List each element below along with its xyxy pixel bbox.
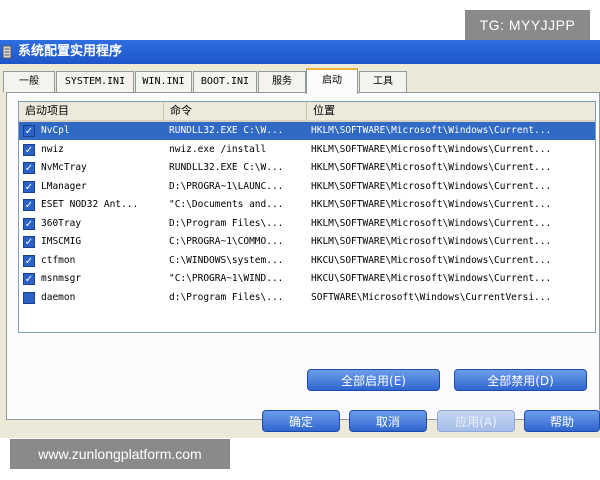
table-row[interactable]: ✓ 360Tray D:\Program Files\... HKLM\SOFTWAR… <box>19 215 595 233</box>
checkbox-checked[interactable]: ✓ <box>23 254 35 267</box>
row-command: RUNDLL32.EXE C:\W... <box>169 125 284 136</box>
row-command: "C:\PROGRA~1\WIND... <box>169 273 284 284</box>
column-header-command[interactable]: 命令 <box>164 102 307 120</box>
row-startup-item: 360Tray <box>41 217 82 229</box>
table-row[interactable]: ✓ NvCpl RUNDLL32.EXE C:\W... HKLM\SOFTWARE\… <box>19 122 595 140</box>
table-row[interactable]: ✓ IMSCMIG C:\PROGRA~1\COMMO... HKLM\SOFTWAR… <box>19 233 595 251</box>
list-header: 启动项目 命令 位置 <box>19 102 595 122</box>
table-row[interactable]: ✓ LManager D:\PROGRA~1\LAUNC... HKLM\SOFTWA… <box>19 178 595 196</box>
row-location: HKLM\SOFTWARE\Microsoft\Windows\Current.… <box>311 217 552 229</box>
row-location: HKLM\SOFTWARE\Microsoft\Windows\Current.… <box>311 180 552 192</box>
row-location: HKLM\SOFTWARE\Microsoft\Windows\Current.… <box>311 162 552 173</box>
window-title: 系统配置实用程序 <box>18 44 123 59</box>
tab-tools[interactable]: 工具 <box>359 71 407 92</box>
row-startup-item: nwiz <box>41 143 64 155</box>
row-location: HKCU\SOFTWARE\Microsoft\Windows\Current.… <box>311 273 552 284</box>
table-row[interactable]: ✓ nwiz nwiz.exe /install HKLM\SOFTWARE\Micr… <box>19 141 595 159</box>
tab-system-ini[interactable]: SYSTEM.INI <box>56 71 134 92</box>
enable-all-button[interactable]: 全部启用(E) <box>307 369 440 391</box>
row-command: d:\Program Files\... <box>169 291 284 303</box>
table-row[interactable]: ✓ ESET NOD32 Ant... "C:\Documents and... HK… <box>19 196 595 214</box>
row-command: D:\Program Files\... <box>169 217 284 229</box>
checkbox-unchecked[interactable] <box>23 291 35 304</box>
checkbox-checked[interactable]: ✓ <box>23 162 35 174</box>
row-location: HKLM\SOFTWARE\Microsoft\Windows\Current.… <box>311 125 552 136</box>
apply-button[interactable]: 应用(A) <box>437 410 515 432</box>
row-startup-item: NvCpl <box>41 125 70 136</box>
table-row[interactable]: ✓ ctfmon C:\WINDOWS\system... HKCU\SOFTWARE… <box>19 252 595 270</box>
row-startup-item: ctfmon <box>41 254 76 266</box>
ok-button[interactable]: 确定 <box>262 410 340 432</box>
help-button[interactable]: 帮助 <box>524 410 600 432</box>
row-location: HKLM\SOFTWARE\Microsoft\Windows\Current.… <box>311 236 552 247</box>
table-row[interactable]: daemon d:\Program Files\... SOFTWARE\Micro… <box>19 289 595 307</box>
checkbox-checked[interactable]: ✓ <box>23 236 35 248</box>
checkbox-checked[interactable]: ✓ <box>23 143 35 156</box>
row-startup-item: ESET NOD32 Ant... <box>41 199 139 210</box>
row-location: HKLM\SOFTWARE\Microsoft\Windows\Current.… <box>311 143 552 155</box>
checkbox-checked[interactable]: ✓ <box>23 217 35 230</box>
row-command: nwiz.exe /install <box>169 143 267 155</box>
row-startup-item: daemon <box>41 291 76 303</box>
startup-panel: 启动项目 命令 位置 ✓ NvCpl RUNDLL32.EXE C:\W... HKL… <box>6 92 600 420</box>
table-row[interactable]: ✓ NvMcTray RUNDLL32.EXE C:\W... HKLM\SOFTWA… <box>19 159 595 177</box>
checkbox-checked[interactable]: ✓ <box>23 125 35 137</box>
system-config-window: 系统配置实用程序 一般 SYSTEM.INI WIN.INI BOOT.INI … <box>0 40 600 438</box>
row-location: HKCU\SOFTWARE\Microsoft\Windows\Current.… <box>311 254 552 266</box>
table-row[interactable]: ✓ msnmsgr "C:\PROGRA~1\WIND... HKCU\SOFTWAR… <box>19 270 595 288</box>
watermark-bottom: www.zunlongplatform.com <box>10 439 230 469</box>
row-command: C:\PROGRA~1\COMMO... <box>169 236 284 247</box>
tab-strip: 一般 SYSTEM.INI WIN.INI BOOT.INI 服务 启动 工具 <box>0 68 600 94</box>
cancel-button[interactable]: 取消 <box>349 410 427 432</box>
row-location: SOFTWARE\Microsoft\Windows\CurrentVersi.… <box>311 291 552 303</box>
tab-services[interactable]: 服务 <box>258 71 306 92</box>
row-location: HKLM\SOFTWARE\Microsoft\Windows\Current.… <box>311 199 552 210</box>
row-command: D:\PROGRA~1\LAUNC... <box>169 180 284 192</box>
disable-all-button[interactable]: 全部禁用(D) <box>454 369 587 391</box>
checkbox-checked[interactable]: ✓ <box>23 180 35 193</box>
tab-boot-ini[interactable]: BOOT.INI <box>193 71 257 92</box>
title-bar[interactable]: 系统配置实用程序 <box>0 40 600 64</box>
tab-general[interactable]: 一般 <box>3 71 55 92</box>
row-startup-item: LManager <box>41 180 87 192</box>
row-startup-item: NvMcTray <box>41 162 87 173</box>
checkbox-checked[interactable]: ✓ <box>23 273 35 285</box>
startup-list[interactable]: 启动项目 命令 位置 ✓ NvCpl RUNDLL32.EXE C:\W... HKL… <box>18 101 596 333</box>
row-startup-item: msnmsgr <box>41 273 82 284</box>
row-command: "C:\Documents and... <box>169 199 284 210</box>
row-command: C:\WINDOWS\system... <box>169 254 284 266</box>
column-header-startup-item[interactable]: 启动项目 <box>19 102 164 120</box>
column-header-location[interactable]: 位置 <box>307 102 595 120</box>
tab-win-ini[interactable]: WIN.INI <box>135 71 192 92</box>
row-startup-item: IMSCMIG <box>41 236 82 247</box>
app-icon <box>2 45 12 59</box>
checkbox-checked[interactable]: ✓ <box>23 199 35 211</box>
watermark-top: TG: MYYJJPP <box>465 10 590 40</box>
tab-startup[interactable]: 启动 <box>306 68 358 94</box>
row-command: RUNDLL32.EXE C:\W... <box>169 162 284 173</box>
